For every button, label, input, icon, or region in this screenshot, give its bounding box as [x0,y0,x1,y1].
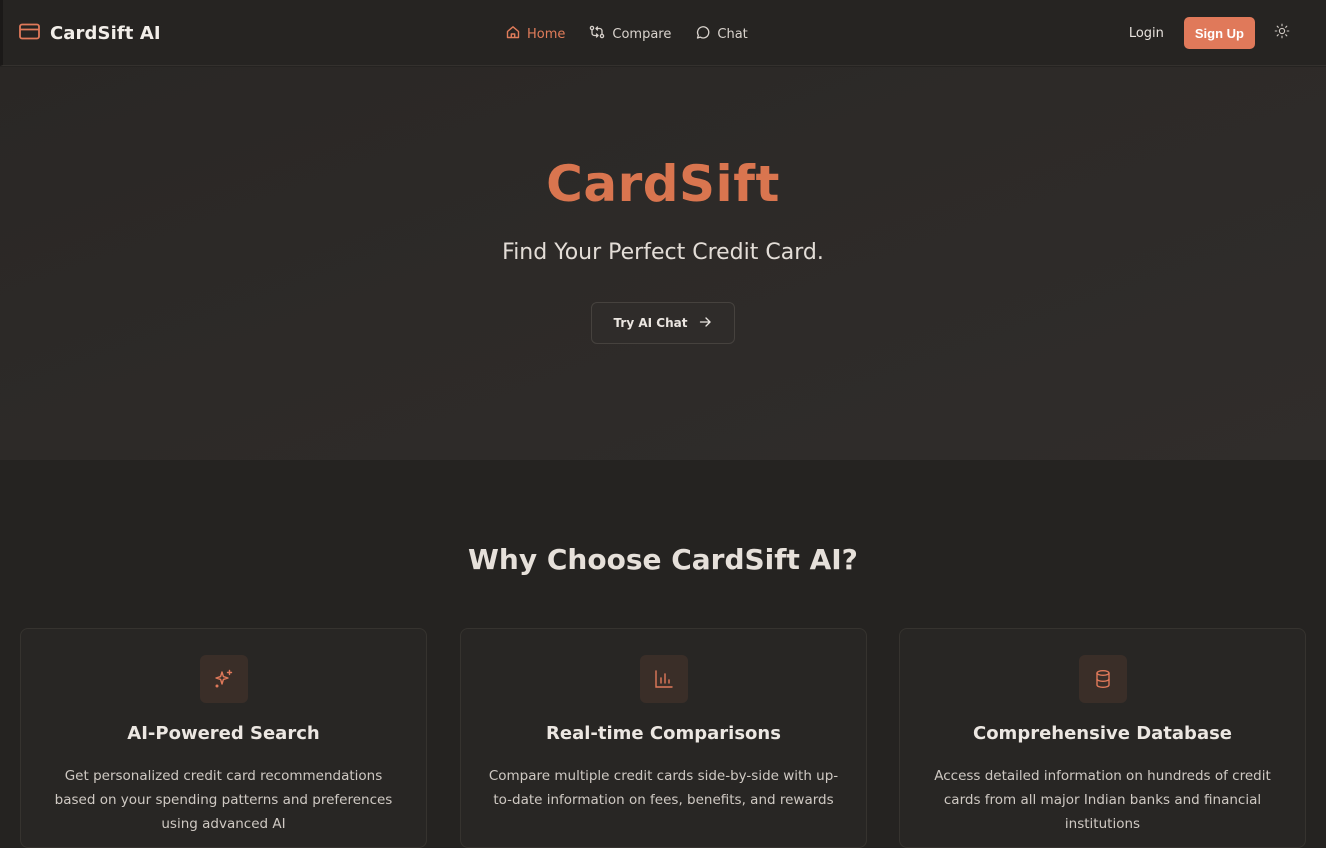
database-icon [1078,655,1127,703]
theme-toggle-button[interactable] [1274,23,1290,43]
sun-icon [1274,23,1290,43]
home-icon [506,25,520,43]
nav-link-chat-label: Chat [717,26,748,42]
features-heading: Why Choose CardSift AI? [468,543,858,576]
nav-link-chat[interactable]: Chat [695,25,748,44]
feature-card-title: AI-Powered Search [127,723,320,744]
feature-card-title: Real-time Comparisons [546,723,781,744]
hero-section: CardSift Find Your Perfect Credit Card. … [0,67,1326,460]
signup-button[interactable]: Sign Up [1183,17,1255,49]
feature-card-ai-search: AI-Powered Search Get personalized credi… [20,628,427,848]
hero-subtitle: Find Your Perfect Credit Card. [502,240,824,265]
try-ai-chat-label: Try AI Chat [613,316,688,330]
credit-card-icon [19,23,40,44]
nav-link-compare-label: Compare [612,26,672,42]
feature-card-description: Get personalized credit card recommendat… [54,768,393,832]
feature-card-description: Compare multiple credit cards side-by-si… [488,768,839,808]
top-navbar: CardSift AI Home Compare Chat Login Sign… [0,0,1326,66]
brand-logo-link[interactable]: CardSift AI [19,20,161,46]
compare-icon [589,25,605,43]
nav-link-compare[interactable]: Compare [589,25,671,43]
feature-card-database: Comprehensive Database Access detailed i… [899,628,1306,848]
chat-icon [695,25,710,44]
nav-link-home[interactable]: Home [506,25,565,43]
bar-chart-icon [639,655,688,703]
main-nav: Home Compare Chat [506,24,748,44]
feature-card-comparisons: Real-time Comparisons Compare multiple c… [460,628,867,848]
arrow-right-icon [699,316,712,331]
feature-card-title: Comprehensive Database [972,723,1233,744]
sparkles-icon [199,655,248,703]
login-button[interactable]: Login [1129,26,1164,41]
nav-link-home-label: Home [527,26,566,42]
auth-actions: Login Sign Up [1129,17,1290,49]
hero-title: CardSift [546,155,780,213]
feature-card-description: Access detailed information on hundreds … [934,768,1271,832]
brand-name: CardSift AI [50,22,161,44]
try-ai-chat-button[interactable]: Try AI Chat [591,302,735,344]
